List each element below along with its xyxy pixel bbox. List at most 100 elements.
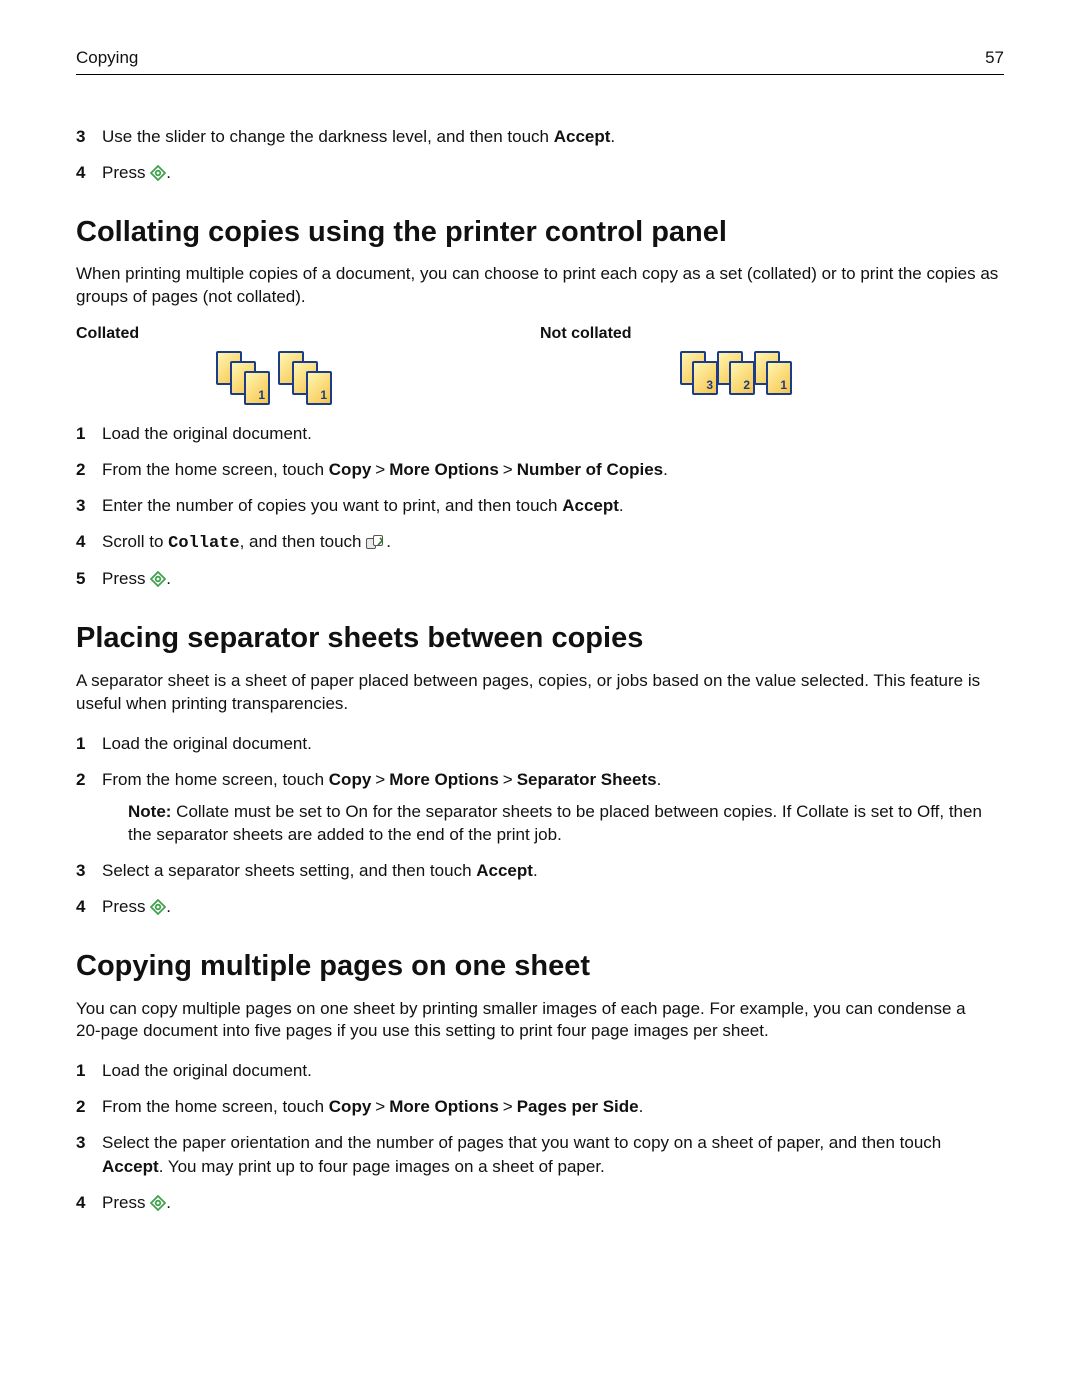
page-number: 57	[985, 48, 1004, 68]
list-item: 3 Use the slider to change the darkness …	[76, 125, 1004, 149]
step-number: 4	[76, 530, 85, 554]
path-part: More Options	[389, 770, 499, 789]
not-collated-column: Not collated 33 22 11	[540, 325, 1004, 412]
separator: >	[371, 1095, 389, 1119]
step-number: 4	[76, 1191, 85, 1215]
step-text: Scroll to	[102, 532, 168, 551]
list-item: 3 Select a separator sheets setting, and…	[76, 859, 1004, 883]
list-item: 1 Load the original document.	[76, 422, 1004, 446]
collated-label: Collated	[76, 325, 540, 343]
step-number: 2	[76, 768, 85, 792]
start-icon	[150, 1194, 166, 1210]
step-number: 1	[76, 1059, 85, 1083]
step-number: 3	[76, 125, 85, 149]
list-item: 2 From the home screen, touch Copy>More …	[76, 458, 1004, 482]
step-text: From the home screen, touch	[102, 770, 329, 789]
step-text: From the home screen, touch	[102, 1097, 329, 1116]
step-bold: Accept	[554, 127, 611, 146]
separator: >	[499, 1095, 517, 1119]
path-part: Copy	[329, 1097, 372, 1116]
step-mono: Collate	[168, 534, 239, 553]
step-text: .	[166, 897, 171, 916]
list-item: 3 Select the paper orientation and the n…	[76, 1131, 1004, 1179]
step-text: Enter the number of copies you want to p…	[102, 496, 562, 515]
step-text: , and then touch	[240, 532, 367, 551]
step-text: .	[166, 569, 171, 588]
step-text: .	[166, 1193, 171, 1212]
collated-column: Collated 321 321	[76, 325, 540, 412]
step-text: .	[166, 163, 171, 182]
step-text: Press	[102, 897, 150, 916]
path-part: Pages per Side	[517, 1097, 639, 1116]
list-item: 2 From the home screen, touch Copy>More …	[76, 1095, 1004, 1119]
step-text: .	[610, 127, 615, 146]
note-label: Note:	[128, 802, 171, 821]
step-text: .	[639, 1097, 644, 1116]
list-item: 3 Enter the number of copies you want to…	[76, 494, 1004, 518]
path-part: More Options	[389, 460, 499, 479]
step-text: Select a separator sheets setting, and t…	[102, 861, 476, 880]
step-bold: Accept	[562, 496, 619, 515]
step-text: Press	[102, 569, 150, 588]
step-text: Select the paper orientation and the num…	[102, 1133, 941, 1152]
heading-nup: Copying multiple pages on one sheet	[76, 949, 1004, 984]
list-item: 4 Press .	[76, 895, 1004, 919]
separator-steps: 1 Load the original document. 2 From the…	[76, 732, 1004, 919]
step-number: 2	[76, 458, 85, 482]
nup-steps: 1 Load the original document. 2 From the…	[76, 1059, 1004, 1214]
step-text: .	[386, 532, 391, 551]
collation-illustration: Collated 321 321 Not collated 33 22 11	[76, 325, 1004, 412]
toggle-icon	[366, 532, 386, 546]
note-text: Collate must be set to On for the separa…	[128, 802, 982, 845]
collate-steps: 1 Load the original document. 2 From the…	[76, 422, 1004, 591]
list-item: 1 Load the original document.	[76, 732, 1004, 756]
step-number: 3	[76, 494, 85, 518]
body-text: You can copy multiple pages on one sheet…	[76, 998, 1004, 1044]
note: Note: Collate must be set to On for the …	[128, 800, 1004, 848]
step-text: . You may print up to four page images o…	[159, 1157, 605, 1176]
separator: >	[371, 768, 389, 792]
step-text: .	[619, 496, 624, 515]
heading-collating: Collating copies using the printer contr…	[76, 215, 1004, 250]
step-text: Load the original document.	[102, 1061, 312, 1080]
step-number: 2	[76, 1095, 85, 1119]
separator: >	[499, 768, 517, 792]
step-number: 5	[76, 567, 85, 591]
path-part: Separator Sheets	[517, 770, 657, 789]
body-text: When printing multiple copies of a docum…	[76, 263, 1004, 309]
step-text: Load the original document.	[102, 424, 312, 443]
body-text: A separator sheet is a sheet of paper pl…	[76, 670, 1004, 716]
step-text: .	[663, 460, 668, 479]
step-number: 3	[76, 859, 85, 883]
page: Copying 57 3 Use the slider to change th…	[0, 0, 1080, 1397]
list-item: 4 Scroll to Collate, and then touch .	[76, 530, 1004, 556]
start-icon	[150, 898, 166, 914]
step-text: Press	[102, 163, 150, 182]
not-collated-figure: 33 22 11	[540, 351, 794, 407]
step-number: 1	[76, 732, 85, 756]
heading-separator: Placing separator sheets between copies	[76, 621, 1004, 656]
not-collated-label: Not collated	[540, 325, 1004, 343]
collated-figure: 321 321	[76, 351, 332, 407]
intro-steps: 3 Use the slider to change the darkness …	[76, 125, 1004, 185]
list-item: 4 Press .	[76, 1191, 1004, 1215]
step-text: Load the original document.	[102, 734, 312, 753]
list-item: 1 Load the original document.	[76, 1059, 1004, 1083]
step-number: 4	[76, 161, 85, 185]
path-part: More Options	[389, 1097, 499, 1116]
step-number: 3	[76, 1131, 85, 1155]
list-item: 4 Press .	[76, 161, 1004, 185]
separator: >	[499, 458, 517, 482]
list-item: 5 Press .	[76, 567, 1004, 591]
path-part: Copy	[329, 770, 372, 789]
step-text: Use the slider to change the darkness le…	[102, 127, 554, 146]
start-icon	[150, 164, 166, 180]
step-text: From the home screen, touch	[102, 460, 329, 479]
section-name: Copying	[76, 48, 138, 68]
step-number: 4	[76, 895, 85, 919]
path-part: Number of Copies	[517, 460, 663, 479]
start-icon	[150, 570, 166, 586]
list-item: 2 From the home screen, touch Copy>More …	[76, 768, 1004, 847]
step-text: .	[533, 861, 538, 880]
step-text: Press	[102, 1193, 150, 1212]
